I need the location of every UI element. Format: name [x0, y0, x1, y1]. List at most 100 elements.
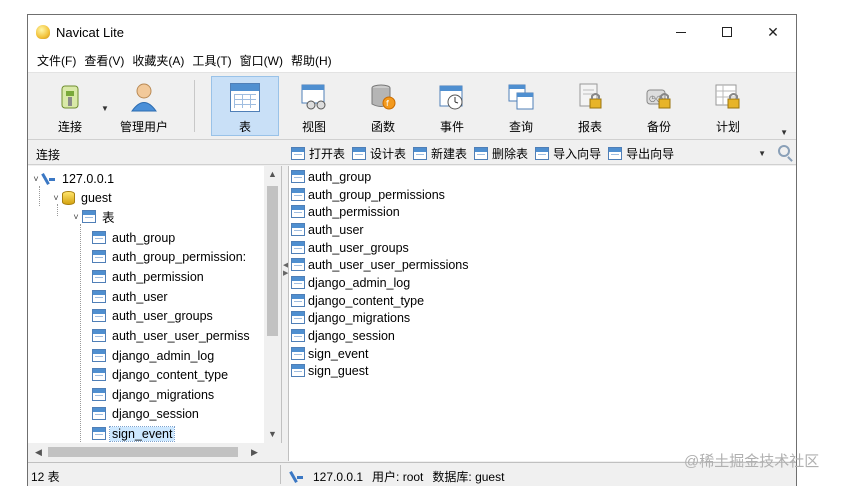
tree-table-item[interactable]: django_migrations: [92, 385, 216, 404]
function-icon: f: [368, 82, 398, 112]
close-icon: ✕: [767, 23, 779, 40]
delete-table-button[interactable]: 删除表: [474, 143, 528, 163]
window-title: Navicat Lite: [56, 24, 124, 40]
table-button[interactable]: 表: [211, 76, 279, 136]
list-item[interactable]: django_session: [291, 327, 395, 344]
list-item[interactable]: auth_user_groups: [291, 239, 409, 256]
tree-tables-node[interactable]: ˅ 表: [70, 207, 117, 226]
backup-lock-icon: ◷◷: [644, 82, 674, 112]
connect-dropdown-icon[interactable]: ▼: [101, 104, 109, 113]
tree-table-item[interactable]: auth_group: [92, 228, 177, 247]
backup-label: 备份: [646, 120, 671, 134]
export-wizard-button[interactable]: 导出向导: [608, 143, 674, 163]
list-item[interactable]: sign_event: [291, 345, 368, 362]
menu-favorites[interactable]: 收藏夹(A): [128, 52, 188, 69]
window-controls: ✕: [658, 15, 796, 49]
list-item[interactable]: django_content_type: [291, 292, 424, 309]
tree-table-item[interactable]: django_content_type: [92, 365, 230, 384]
design-table-label: 设计表: [370, 146, 407, 161]
list-item-name: django_session: [308, 328, 395, 343]
open-table-button[interactable]: 打开表: [291, 143, 345, 163]
menu-tools[interactable]: 工具(T): [188, 52, 235, 69]
tree-vertical-scrollbar[interactable]: ▲ ▼: [264, 166, 281, 443]
tree-table-name: auth_user: [112, 289, 168, 304]
tree-table-item[interactable]: auth_group_permission:: [92, 247, 248, 266]
scroll-thumb[interactable]: [48, 447, 238, 457]
export-wizard-icon: [608, 146, 623, 160]
filter-dropdown-icon[interactable]: ▼: [758, 149, 766, 158]
manage-users-label: 管理用户: [119, 120, 168, 134]
table-icon: [92, 349, 106, 362]
menu-window[interactable]: 窗口(W): [236, 52, 287, 69]
table-icon: [92, 270, 106, 283]
table-icon: [92, 388, 106, 401]
database-icon: [62, 190, 75, 205]
list-item[interactable]: django_admin_log: [291, 274, 410, 291]
tree-table-name: django_content_type: [112, 367, 229, 382]
list-item-name: auth_group_permissions: [308, 187, 445, 202]
list-item[interactable]: auth_group: [291, 168, 371, 185]
search-icon[interactable]: [778, 145, 790, 157]
scroll-up-icon[interactable]: ▲: [264, 166, 281, 183]
list-item[interactable]: auth_permission: [291, 203, 400, 220]
design-table-button[interactable]: 设计表: [352, 143, 406, 163]
minimize-button[interactable]: [658, 15, 704, 49]
query-icon: [506, 82, 536, 112]
open-table-icon: [291, 146, 305, 160]
scroll-right-icon[interactable]: ▶: [246, 443, 263, 461]
list-item[interactable]: auth_user_user_permissions: [291, 256, 469, 273]
toolbar-overflow-icon[interactable]: ▼: [780, 128, 788, 137]
tree-table-item[interactable]: django_admin_log: [92, 346, 216, 365]
close-button[interactable]: ✕: [750, 15, 796, 49]
title-bar: Navicat Lite ✕: [28, 15, 796, 49]
tree-table-item[interactable]: django_session: [92, 404, 201, 423]
collapse-icon[interactable]: ˅: [70, 212, 82, 222]
tree-horizontal-scrollbar[interactable]: ◀ ▶: [28, 443, 282, 461]
scroll-left-icon[interactable]: ◀: [30, 443, 47, 461]
scroll-down-icon[interactable]: ▼: [264, 426, 281, 443]
schedule-button[interactable]: 计划: [698, 76, 758, 136]
tree-table-item[interactable]: auth_user_groups: [92, 306, 215, 325]
menu-file[interactable]: 文件(F): [33, 52, 80, 69]
collapse-icon[interactable]: ˅: [50, 193, 62, 203]
function-button[interactable]: f 函数: [353, 76, 413, 136]
table-icon: [291, 258, 305, 271]
user-icon: [129, 82, 159, 112]
manage-users-button[interactable]: 管理用户: [114, 76, 174, 136]
tree-table-item[interactable]: auth_user: [92, 287, 170, 306]
report-lock-icon: [575, 82, 605, 112]
list-item-name: auth_permission: [308, 204, 400, 219]
table-icon: [291, 170, 305, 183]
tree-table-item[interactable]: auth_user_user_permiss: [92, 326, 252, 345]
tree-database-node[interactable]: ˅ guest: [50, 188, 114, 207]
table-icon: [291, 294, 305, 307]
list-item-name: sign_guest: [308, 363, 369, 378]
connect-button[interactable]: 连接: [42, 76, 98, 136]
new-table-button[interactable]: 新建表: [413, 143, 467, 163]
navicat-window: Navicat Lite ✕ 文件(F) 查看(V) 收藏夹(A) 工具(T) …: [27, 14, 797, 486]
tree-table-item-selected[interactable]: sign_event: [92, 424, 176, 443]
list-item[interactable]: auth_group_permissions: [291, 186, 445, 203]
tree-connection-node[interactable]: ˅ 127.0.0.1: [30, 169, 116, 188]
tree-table-name: auth_user_user_permiss: [112, 328, 250, 343]
list-item[interactable]: auth_user: [291, 221, 364, 238]
collapse-icon[interactable]: ˅: [30, 174, 42, 184]
query-button[interactable]: 查询: [491, 76, 551, 136]
event-clock-icon: [437, 82, 467, 112]
import-wizard-label: 导入向导: [553, 146, 602, 161]
backup-button[interactable]: ◷◷ 备份: [629, 76, 689, 136]
report-button[interactable]: 报表: [560, 76, 620, 136]
view-button[interactable]: 视图: [284, 76, 344, 136]
import-wizard-icon: [535, 146, 550, 160]
maximize-button[interactable]: [704, 15, 750, 49]
list-item[interactable]: sign_guest: [291, 362, 368, 379]
list-item[interactable]: django_migrations: [291, 309, 410, 326]
menu-view[interactable]: 查看(V): [80, 52, 128, 69]
import-wizard-button[interactable]: 导入向导: [535, 143, 601, 163]
tree-table-item[interactable]: auth_permission: [92, 267, 206, 286]
toolbar-divider: [194, 80, 195, 132]
menu-help[interactable]: 帮助(H): [287, 52, 336, 69]
table-count: 12 表: [31, 470, 60, 484]
event-button[interactable]: 事件: [422, 76, 482, 136]
scroll-thumb[interactable]: [267, 186, 278, 336]
